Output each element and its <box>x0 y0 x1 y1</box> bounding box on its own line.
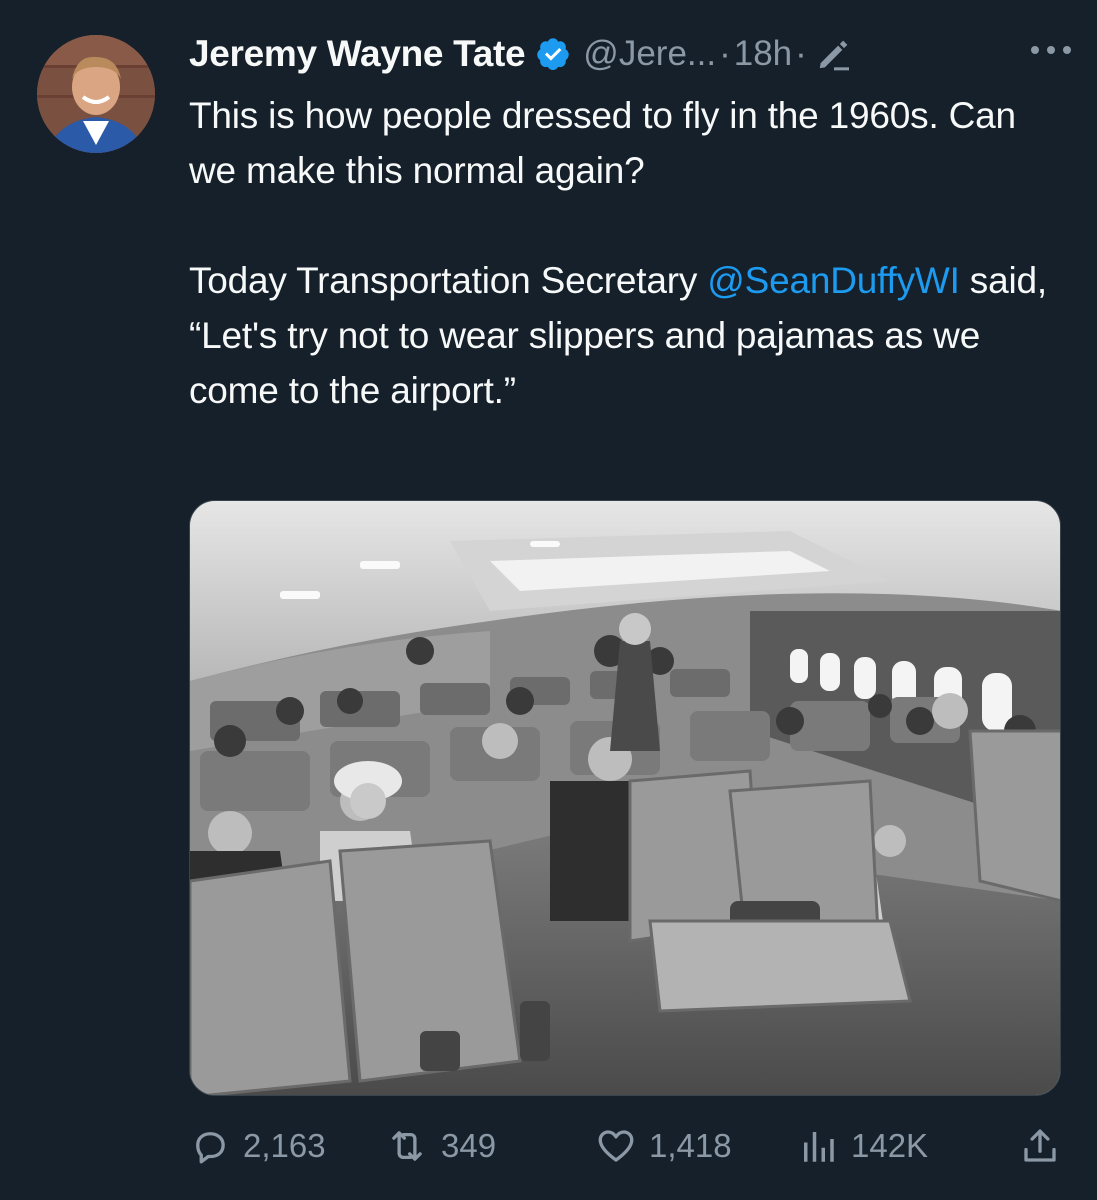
more-options-icon[interactable] <box>1023 30 1079 70</box>
share-button[interactable] <box>1019 1118 1061 1174</box>
action-bar: 2,163 349 1,418 142K <box>189 1118 1069 1174</box>
tweet-photo[interactable] <box>189 500 1061 1096</box>
edit-pencil-icon[interactable] <box>814 34 854 74</box>
like-count: 1,418 <box>649 1127 732 1164</box>
tweet-paragraph: Today Transportation Secretary @SeanDuff… <box>189 253 1069 418</box>
retweet-button[interactable]: 349 <box>385 1118 496 1174</box>
heart-icon <box>595 1125 637 1167</box>
reply-button[interactable]: 2,163 <box>189 1118 326 1174</box>
reply-count: 2,163 <box>243 1127 326 1164</box>
tweet-paragraph: This is how people dressed to fly in the… <box>189 95 1016 191</box>
verified-badge-icon[interactable] <box>535 36 571 72</box>
views-bar-chart-icon <box>797 1125 839 1167</box>
avatar[interactable] <box>37 35 155 153</box>
separator: · <box>719 34 731 73</box>
tweet: Jeremy Wayne Tate @Jere... · 18h · This … <box>0 0 1097 1200</box>
tweet-text: This is how people dressed to fly in the… <box>189 88 1069 418</box>
reply-icon <box>189 1125 231 1167</box>
tweet-header: Jeremy Wayne Tate @Jere... · 18h · <box>189 26 1077 82</box>
tweet-text-segment: Today Transportation Secretary <box>189 260 708 301</box>
cabin-photo-illustration <box>190 501 1060 1095</box>
retweet-count: 349 <box>441 1127 497 1164</box>
share-icon <box>1019 1125 1061 1167</box>
retweet-icon <box>385 1125 429 1167</box>
separator: · <box>795 34 807 73</box>
timestamp[interactable]: 18h <box>734 34 792 74</box>
views-count: 142K <box>851 1127 929 1164</box>
like-button[interactable]: 1,418 <box>595 1118 732 1174</box>
author-handle[interactable]: @Jere... <box>583 34 716 74</box>
views-button[interactable]: 142K <box>797 1118 928 1174</box>
mention-link[interactable]: @SeanDuffyWI <box>707 260 960 301</box>
display-name[interactable]: Jeremy Wayne Tate <box>189 33 526 75</box>
